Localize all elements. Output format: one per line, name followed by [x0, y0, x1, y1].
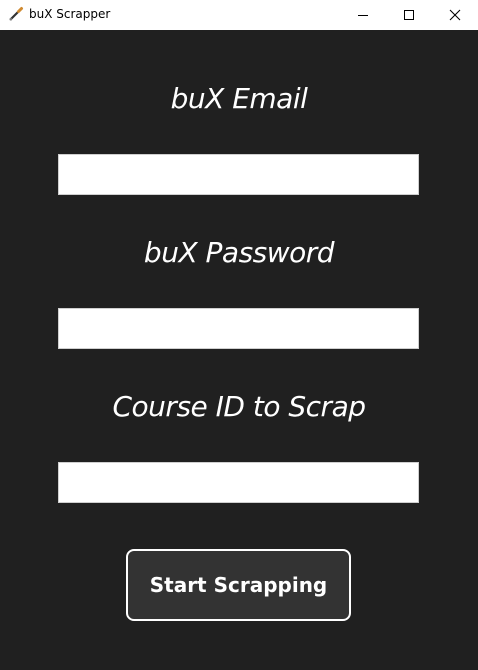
- pen-brush-icon: [8, 6, 24, 22]
- course-id-label: Course ID to Scrap: [112, 390, 367, 423]
- form-area: buX Email buX Password Course ID to Scra…: [0, 30, 478, 670]
- maximize-icon: [404, 10, 414, 20]
- course-id-field[interactable]: [58, 462, 419, 503]
- email-label: buX Email: [170, 82, 308, 115]
- title-bar: buX Scrapper: [0, 0, 478, 30]
- close-icon: [449, 9, 461, 21]
- window-title: buX Scrapper: [29, 7, 111, 21]
- email-field[interactable]: [58, 154, 419, 195]
- start-scrapping-button[interactable]: Start Scrapping: [126, 549, 351, 621]
- password-label: buX Password: [143, 236, 335, 269]
- password-field[interactable]: [58, 308, 419, 349]
- close-button[interactable]: [432, 0, 478, 30]
- minimize-icon: [358, 15, 368, 16]
- minimize-button[interactable]: [340, 0, 386, 30]
- maximize-button[interactable]: [386, 0, 432, 30]
